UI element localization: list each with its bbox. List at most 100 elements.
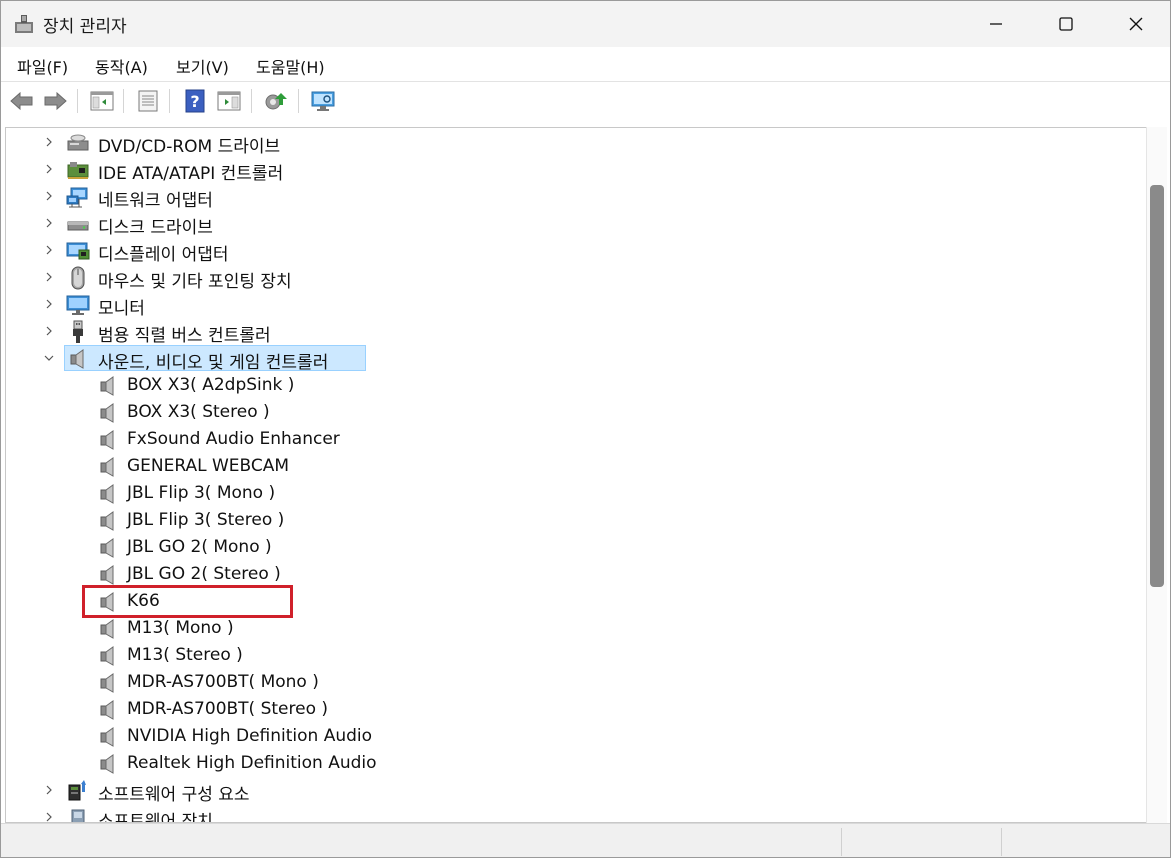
tree-category-label: 디스크 드라이브 [98,218,213,238]
expand-toggle[interactable] [41,808,57,822]
tree-device[interactable]: MDR-AS700BT( Mono ) [6,669,1106,696]
forward-button[interactable] [41,87,69,115]
expand-toggle[interactable] [41,187,57,205]
maximize-button[interactable] [1031,1,1101,47]
ide-controller-icon [66,158,90,182]
tree-device[interactable]: M13( Mono ) [6,615,1106,642]
speaker-icon [96,752,120,776]
tree-category[interactable]: 모니터 [6,291,1106,319]
svg-text:?: ? [190,92,199,111]
monitor-icon [66,293,90,317]
chevron-right-icon [46,164,52,174]
toolbar-separator [298,89,299,113]
tree-category[interactable]: 디스플레이 어댑터 [6,237,1106,265]
chevron-right-icon [46,812,52,822]
toolbar-separator [77,89,78,113]
collapse-toggle[interactable] [41,349,57,367]
tree-device[interactable]: BOX X3( Stereo ) [6,399,1106,426]
tree-device[interactable]: GENERAL WEBCAM [6,453,1106,480]
tree-device[interactable]: JBL Flip 3( Stereo ) [6,507,1106,534]
scrollbar-thumb[interactable] [1150,185,1164,587]
expand-toggle[interactable] [41,241,57,259]
speaker-icon [96,671,120,695]
tree-category[interactable]: IDE ATA/ATAPI 컨트롤러 [6,156,1106,184]
toolbar-separator [169,89,170,113]
tree-device[interactable]: FxSound Audio Enhancer [6,426,1106,453]
properties-icon [138,90,158,112]
tree-device[interactable]: Realtek High Definition Audio [6,750,1106,777]
title-bar[interactable]: 장치 관리자 [1,1,1170,47]
status-divider [1001,828,1002,856]
tree-category-label: 모니터 [98,299,145,319]
tree-category-label: 사운드, 비디오 및 게임 컨트롤러 [98,353,329,373]
tree-category-label: 소프트웨어 장치 [98,812,213,823]
scan-hardware-icon [311,91,335,111]
tree-device[interactable]: BOX X3( A2dpSink ) [6,372,1106,399]
vertical-scrollbar[interactable] [1146,127,1167,823]
chevron-right-icon [46,785,52,795]
speaker-icon [96,698,120,722]
speaker-icon [96,725,120,749]
tree-device-label: BOX X3( Stereo ) [127,402,270,422]
tree-category[interactable]: 네트워크 어댑터 [6,183,1106,211]
device-manager-icon [13,13,35,35]
scan-hardware-button[interactable] [309,87,337,115]
tree-category-label: 네트워크 어댑터 [98,191,213,211]
console-tree-button[interactable] [88,87,116,115]
tree-category[interactable]: 디스크 드라이브 [6,210,1106,238]
expand-toggle[interactable] [41,781,57,799]
back-button[interactable] [8,87,36,115]
tree-device[interactable]: JBL GO 2( Mono ) [6,534,1106,561]
menu-action[interactable]: 동작(A) [95,54,148,78]
tree-category[interactable]: 소프트웨어 구성 요소 [6,777,1106,805]
tree-device[interactable]: JBL Flip 3( Mono ) [6,480,1106,507]
chevron-right-icon [46,218,52,228]
expand-toggle[interactable] [41,160,57,178]
software-component-icon [66,779,90,803]
mouse-icon [66,266,90,290]
menu-view[interactable]: 보기(V) [176,54,229,78]
tree-category[interactable]: 소프트웨어 장치 [6,804,1106,823]
maximize-icon [1059,17,1073,31]
action-pane-button[interactable] [215,87,243,115]
minimize-button[interactable] [961,1,1031,47]
tree-device[interactable]: NVIDIA High Definition Audio [6,723,1106,750]
disk-drive-icon [66,212,90,236]
chevron-right-icon [46,299,52,309]
close-button[interactable] [1101,1,1170,47]
tree-category-label: DVD/CD-ROM 드라이브 [98,137,281,157]
software-device-icon [66,806,90,822]
tree-category-label: 마우스 및 기타 포인팅 장치 [98,272,292,292]
tree-category[interactable]: DVD/CD-ROM 드라이브 [6,129,1106,157]
tree-device[interactable]: JBL GO 2( Stereo ) [6,561,1106,588]
menu-file[interactable]: 파일(F) [17,54,68,78]
chevron-right-icon [46,272,52,282]
menu-help[interactable]: 도움말(H) [256,54,325,78]
toolbar-separator [123,89,124,113]
expand-toggle[interactable] [41,214,57,232]
update-driver-button[interactable] [262,87,290,115]
tree-device-label: JBL GO 2( Stereo ) [127,564,281,584]
expand-toggle[interactable] [41,295,57,313]
close-icon [1129,17,1143,31]
speaker-icon [96,455,120,479]
status-divider [841,828,842,856]
chevron-right-icon [46,245,52,255]
minimize-icon [990,23,1002,25]
tree-device[interactable]: M13( Stereo ) [6,642,1106,669]
tree-category[interactable]: 마우스 및 기타 포인팅 장치 [6,264,1106,292]
properties-button[interactable] [134,87,162,115]
tree-category-expanded[interactable]: 사운드, 비디오 및 게임 컨트롤러 [6,345,1106,373]
toolbar-separator [251,89,252,113]
expand-toggle[interactable] [41,133,57,151]
back-arrow-icon [10,91,33,111]
tree-device-label: BOX X3( A2dpSink ) [127,375,295,395]
help-button[interactable]: ? [181,87,209,115]
expand-toggle[interactable] [41,322,57,340]
update-driver-icon [265,93,287,110]
expand-toggle[interactable] [41,268,57,286]
tree-device[interactable]: MDR-AS700BT( Stereo ) [6,696,1106,723]
device-tree[interactable]: DVD/CD-ROM 드라이브 IDE ATA/ATAPI 컨트롤러네트워크 어댑… [5,127,1146,823]
tree-category-label: IDE ATA/ATAPI 컨트롤러 [98,164,284,184]
tree-category[interactable]: 범용 직렬 버스 컨트롤러 [6,318,1106,346]
